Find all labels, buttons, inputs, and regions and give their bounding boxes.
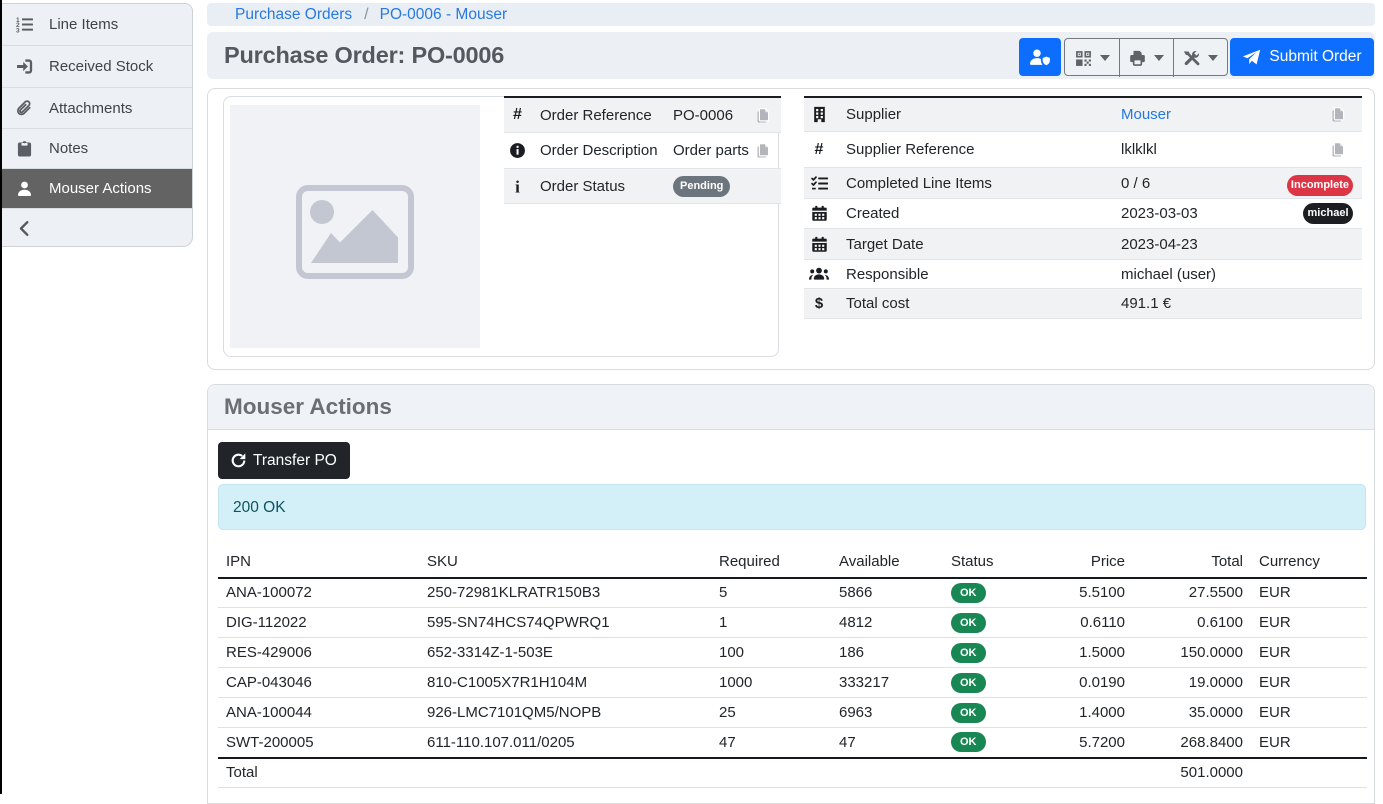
svg-text:i: i — [515, 178, 520, 195]
svg-text:3: 3 — [16, 27, 20, 33]
